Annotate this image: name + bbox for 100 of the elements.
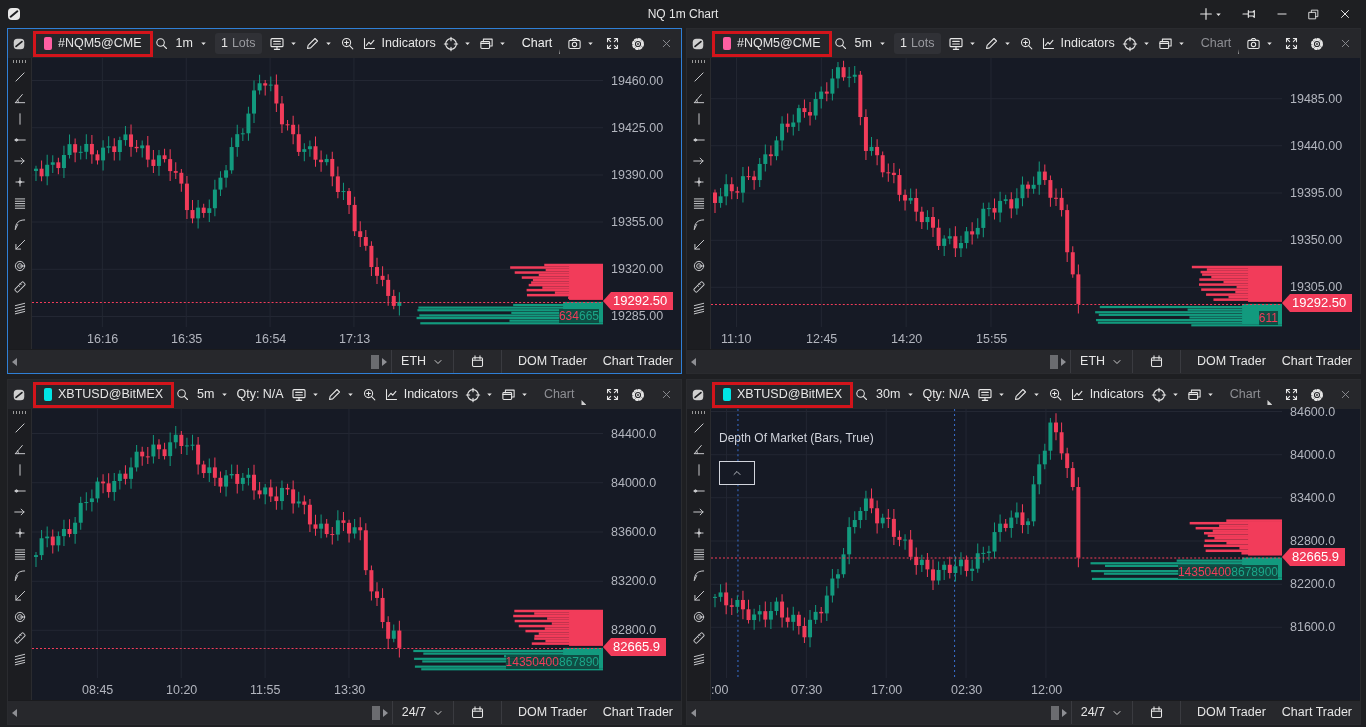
search-icon[interactable] [175, 387, 191, 402]
ruler-icon[interactable] [12, 631, 27, 645]
camera-icon[interactable] [567, 36, 582, 51]
calendar-icon[interactable] [1149, 705, 1165, 720]
trader-button[interactable]: Chart Trader [1273, 352, 1360, 371]
trader-button[interactable]: DOM Trader [1189, 352, 1274, 371]
collapse-button[interactable] [719, 461, 755, 485]
caret-icon[interactable] [497, 39, 507, 48]
settings-icon[interactable] [630, 386, 646, 403]
drag-handle-icon[interactable] [691, 60, 706, 63]
trader-button[interactable]: DOM Trader [1189, 703, 1274, 722]
settings-icon[interactable] [1309, 386, 1325, 403]
caret-icon[interactable] [345, 390, 355, 399]
search-icon[interactable] [153, 36, 169, 51]
close-icon[interactable] [1338, 7, 1352, 21]
caret-icon[interactable] [996, 390, 1006, 399]
caret-icon[interactable] [1141, 39, 1151, 48]
line-tool-icon[interactable] [691, 70, 706, 84]
pencil-icon[interactable] [304, 36, 320, 51]
curve-icon[interactable] [12, 217, 27, 231]
pencil-icon[interactable] [983, 36, 999, 51]
line-chart-icon[interactable] [1069, 387, 1085, 402]
caret-icon[interactable] [220, 390, 230, 399]
scroll-thumb[interactable] [1050, 354, 1059, 369]
caret-icon[interactable] [484, 390, 494, 399]
fullscreen-icon[interactable] [605, 36, 620, 51]
lines-icon[interactable] [12, 547, 27, 561]
plus-icon[interactable] [1198, 6, 1214, 22]
caret-icon[interactable] [1031, 390, 1041, 399]
session-dropdown[interactable]: ETH [391, 350, 454, 373]
trader-button[interactable]: Chart Trader [1273, 703, 1360, 722]
crosshair-icon[interactable] [464, 386, 481, 403]
symbol-label[interactable]: #NQM5@CME [58, 34, 142, 53]
windows-icon[interactable] [1186, 387, 1202, 402]
lines-icon[interactable] [691, 547, 706, 561]
template-icon[interactable] [947, 35, 964, 52]
caret-icon[interactable] [1176, 39, 1186, 48]
drag-handle-icon[interactable] [12, 60, 27, 63]
pencil-icon[interactable] [1012, 387, 1028, 402]
interval-dropdown[interactable]: 1m [175, 34, 208, 53]
hatch-icon[interactable] [12, 652, 27, 666]
symbol-label[interactable]: #NQM5@CME [737, 34, 821, 53]
logo-icon[interactable] [12, 387, 26, 402]
calendar-icon[interactable] [470, 705, 486, 720]
chart-tab[interactable]: Chart [543, 385, 575, 404]
lines-icon[interactable] [691, 196, 706, 210]
quantity-field[interactable]: 1 Lots [214, 33, 262, 54]
line-tool-icon[interactable] [12, 421, 27, 435]
windows-icon[interactable] [1157, 36, 1173, 51]
search-icon[interactable] [832, 36, 848, 51]
zoom-in-icon[interactable] [1047, 387, 1063, 402]
scroll-right-icon[interactable] [382, 357, 388, 366]
curve-icon[interactable] [691, 217, 706, 231]
logo-icon[interactable] [691, 387, 705, 402]
caret-icon[interactable] [323, 39, 333, 48]
screenshot-button[interactable] [1246, 36, 1274, 51]
scroll-right-icon[interactable] [1061, 357, 1067, 366]
line-chart-icon[interactable] [361, 36, 377, 51]
restore-icon[interactable] [1307, 7, 1320, 21]
crosshair-icon[interactable] [1121, 35, 1138, 52]
windows-icon[interactable] [478, 36, 494, 51]
spiral-icon[interactable] [12, 259, 27, 273]
scroll-right-icon[interactable] [1061, 708, 1067, 717]
scroll-thumb[interactable] [1050, 705, 1059, 720]
crosshair-tool-icon[interactable] [12, 175, 27, 189]
logo-icon[interactable] [12, 36, 26, 51]
caret-icon[interactable] [1002, 39, 1012, 48]
crosshair-tool-icon[interactable] [12, 526, 27, 540]
scroll-left-icon[interactable] [691, 357, 696, 366]
caret-icon[interactable] [906, 390, 916, 399]
arrow-down-left-icon[interactable] [691, 589, 706, 603]
trader-button[interactable]: Chart Trader [594, 352, 681, 371]
session-dropdown[interactable]: 24/7 [1070, 701, 1133, 724]
line-chart-icon[interactable] [383, 387, 399, 402]
curve-icon[interactable] [691, 568, 706, 582]
pencil-icon[interactable] [326, 387, 342, 402]
caret-icon[interactable] [198, 39, 208, 48]
spiral-icon[interactable] [691, 610, 706, 624]
session-dropdown[interactable]: 24/7 [391, 701, 454, 724]
caret-icon[interactable] [1205, 390, 1215, 399]
scroll-left-icon[interactable] [691, 708, 696, 717]
template-icon[interactable] [976, 386, 993, 403]
arrow-down-left-icon[interactable] [12, 589, 27, 603]
scroll-left-icon[interactable] [12, 357, 17, 366]
chart-tab[interactable]: Chart [1200, 34, 1232, 53]
session-dropdown[interactable]: ETH [1070, 350, 1133, 373]
caret-icon[interactable] [1170, 390, 1180, 399]
search-icon[interactable] [854, 387, 870, 402]
indicators-button[interactable]: Indicators [1069, 385, 1144, 404]
symbol-label[interactable]: XBTUSD@BitMEX [58, 385, 164, 404]
caret-icon[interactable] [462, 39, 472, 48]
scroll-right-icon[interactable] [382, 708, 388, 717]
caret-icon[interactable] [519, 390, 529, 399]
angle-tool-icon[interactable] [691, 91, 706, 105]
ruler-icon[interactable] [691, 631, 706, 645]
fullscreen-icon[interactable] [1284, 36, 1299, 51]
scroll-thumb[interactable] [371, 705, 380, 720]
interval-dropdown[interactable]: 30m [876, 385, 916, 404]
settings-icon[interactable] [630, 35, 646, 52]
indicators-button[interactable]: Indicators [361, 34, 436, 53]
